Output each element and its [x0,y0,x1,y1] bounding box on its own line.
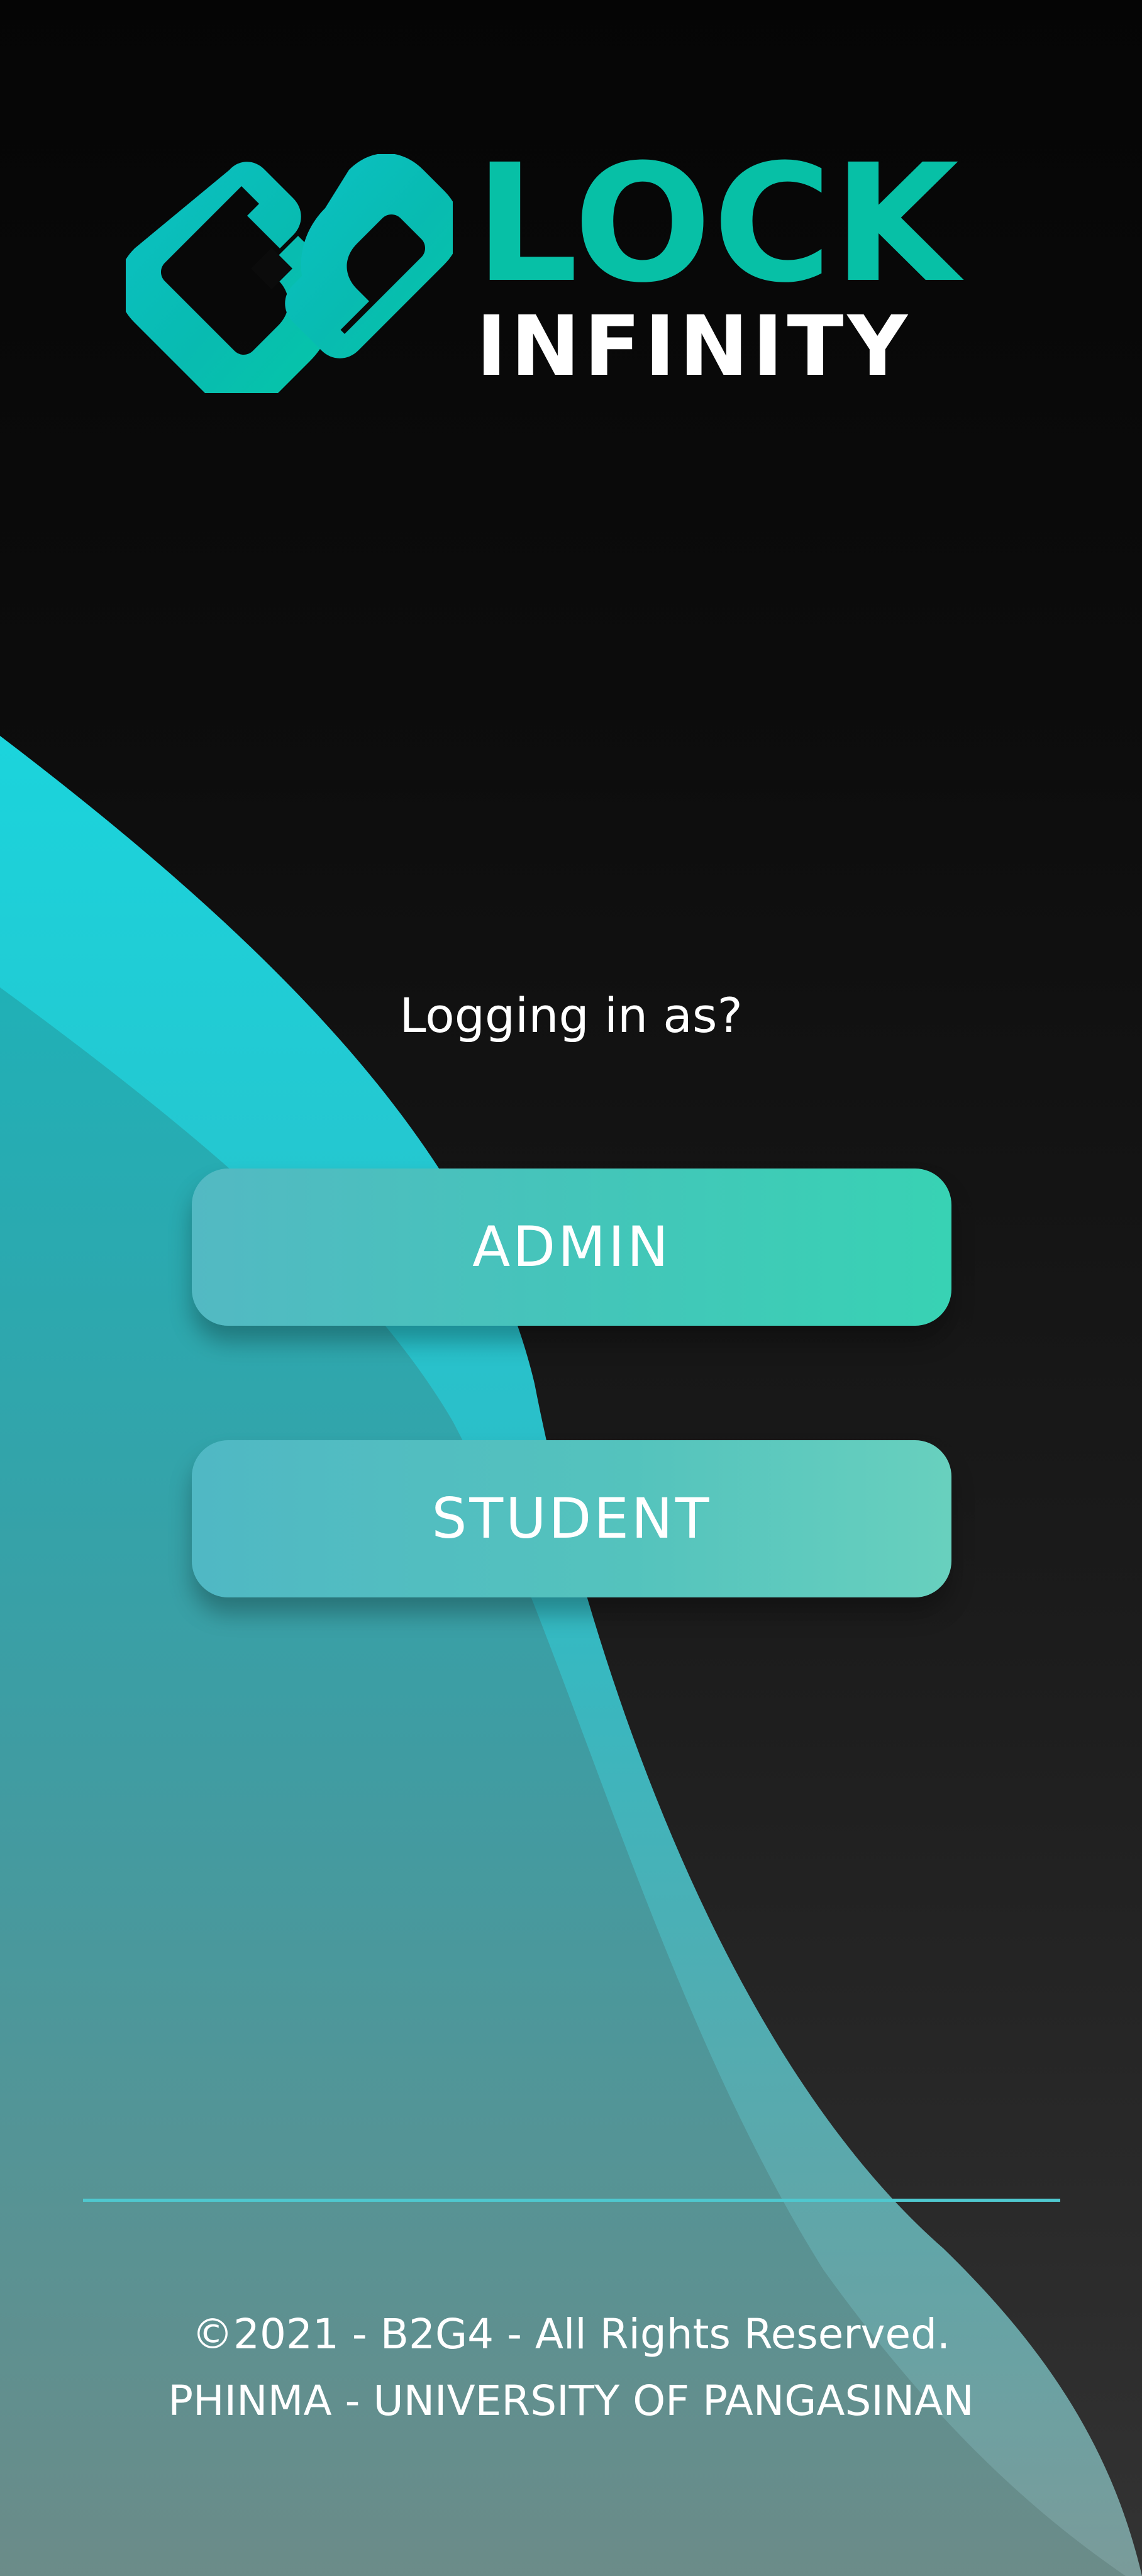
brand-secondary-name: INFINITY [476,298,912,395]
lock-infinity-logo: LOCK INFINITY [126,143,994,395]
institution-text: PHINMA - UNIVERSITY OF PANGASINAN [168,2377,974,2425]
login-role-screen: LOCK INFINITY Logging in as? ADMIN STUDE… [0,0,1142,2576]
brand-primary-name: LOCK [475,130,960,318]
copyright-text: ©2021 - B2G4 - All Rights Reserved. [191,2310,951,2358]
footer-divider [83,2199,1060,2202]
admin-login-button[interactable]: ADMIN [192,1169,951,1326]
login-role-prompt: Logging in as? [399,987,743,1043]
student-login-button[interactable]: STUDENT [192,1440,951,1597]
lock-infinity-logo-icon [126,154,453,393]
